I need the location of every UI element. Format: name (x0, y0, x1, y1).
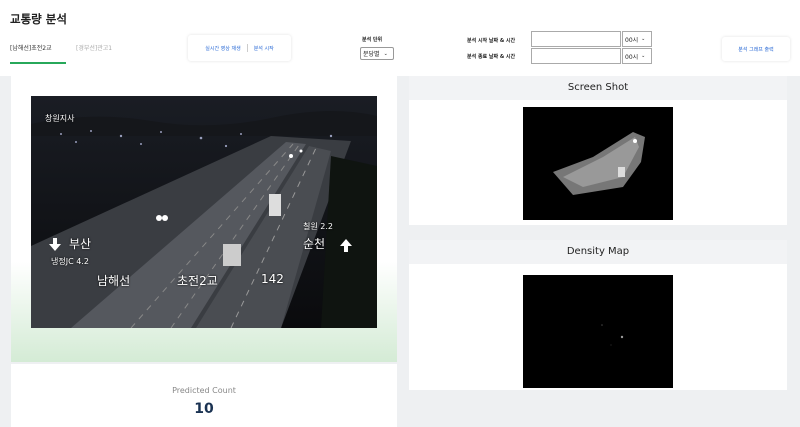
camera-location-label: 창원지사 (45, 114, 75, 123)
spot-name-label: 초전2교 (177, 274, 218, 288)
start-datetime-label: 분석 시작 날짜 & 시간 (467, 38, 516, 44)
play-live-video-button[interactable]: 실시간 영상 재생 (205, 45, 240, 52)
screenshot-image (523, 107, 673, 220)
tab-gwango1[interactable]: [경부선]관고1 (76, 43, 112, 52)
highway-scene-image (31, 96, 377, 328)
video-control-box: 실시간 영상 재생 분석 시작 (188, 35, 291, 61)
analysis-unit-label: 분석 단위 (362, 37, 383, 43)
button-divider (246, 44, 248, 52)
density-map-title: Density Map (409, 240, 787, 264)
start-hour-select[interactable]: 00시 ⌄ (622, 31, 652, 47)
tab-chojeon2[interactable]: [남해선]초전2교 (10, 43, 66, 64)
direction-right-sub: 칠원 2.2 (303, 222, 333, 231)
chevron-down-icon: ⌄ (641, 53, 646, 59)
screenshot-title: Screen Shot (409, 76, 787, 100)
distance-marker-label: 142 (261, 272, 284, 286)
analysis-unit-value: 분당별 (363, 51, 380, 58)
page-title: 교통량 분석 (10, 12, 67, 26)
density-map-panel: Density Map (409, 240, 787, 390)
print-graph-button[interactable]: 분석 그래프 출력 (722, 37, 790, 61)
chevron-down-icon: ⌄ (383, 50, 388, 57)
chevron-down-icon: ⌄ (641, 36, 646, 42)
density-map-image (523, 275, 673, 388)
road-name-label: 남해선 (97, 274, 131, 288)
masked-road-image (553, 132, 645, 195)
screenshot-panel: Screen Shot (409, 76, 787, 225)
predicted-count-label: Predicted Count (172, 386, 236, 395)
traffic-analysis-page: 교통량 분석 [남해선]초전2교 [경부선]관고1 실시간 영상 재생 분석 시… (0, 0, 800, 427)
direction-left-sub: 냉정JC 4.2 (51, 257, 89, 266)
start-analysis-button[interactable]: 분석 시작 (254, 45, 274, 52)
header-bar: 교통량 분석 [남해선]초전2교 [경부선]관고1 실시간 영상 재생 분석 시… (0, 0, 800, 76)
direction-left-label: 부산 (69, 237, 92, 251)
direction-right-label: 순천 (303, 237, 326, 251)
end-datetime-label: 분석 종료 날짜 & 시간 (467, 54, 516, 60)
density-dots (601, 324, 624, 346)
end-hour-value: 00시 (625, 53, 639, 61)
end-datetime-input[interactable] (531, 48, 621, 64)
start-hour-value: 00시 (625, 36, 639, 44)
cctv-video[interactable]: 창원지사 부산 냉정JC 4.2 칠원 2.2 순천 남해선 초전2교 142 (31, 96, 377, 328)
start-datetime-input[interactable] (531, 31, 621, 47)
end-hour-select[interactable]: 00시 ⌄ (622, 48, 652, 64)
predicted-count-value: 10 (194, 401, 214, 417)
predicted-count-panel: Predicted Count 10 (11, 364, 397, 427)
video-panel: 창원지사 부산 냉정JC 4.2 칠원 2.2 순천 남해선 초전2교 142 (11, 76, 397, 362)
analysis-unit-select[interactable]: 분당별 ⌄ (360, 47, 394, 60)
